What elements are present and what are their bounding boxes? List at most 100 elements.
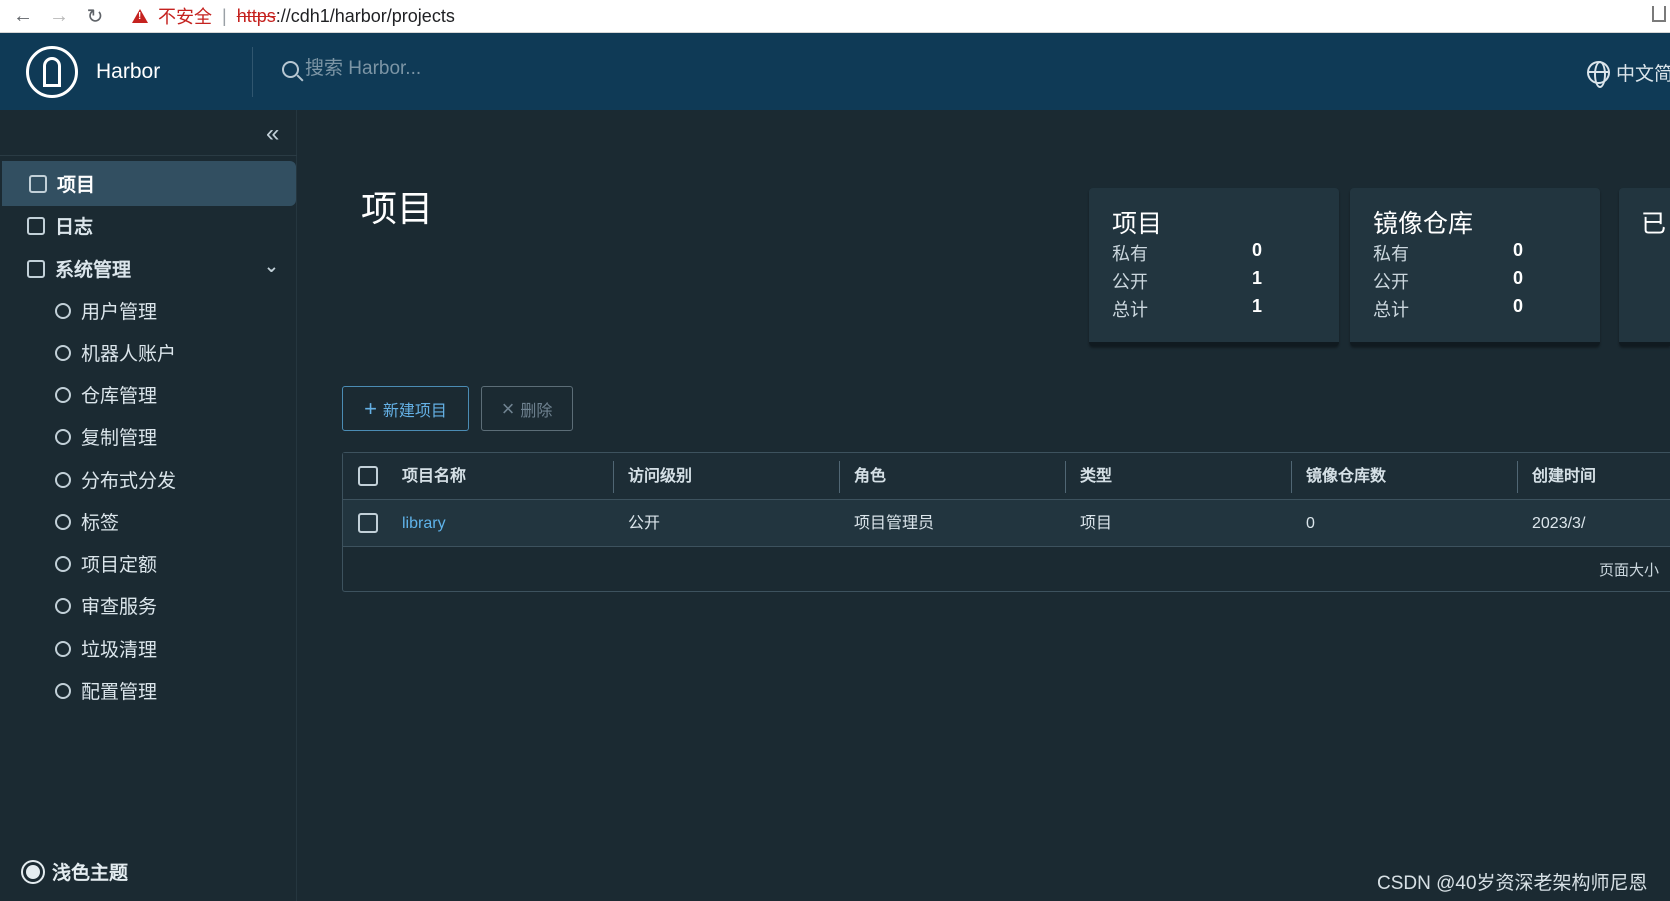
sidebar-item-replications[interactable]: 复制管理	[0, 414, 297, 459]
card-row-total: 总计 0	[1373, 296, 1524, 320]
sidebar-item-robot-accounts[interactable]: 机器人账户	[0, 330, 297, 375]
collapse-sidebar-icon[interactable]: «	[266, 120, 279, 148]
column-resizer[interactable]	[613, 461, 614, 493]
sidebar: « 项目 日志 系统管理 ⌄ 用户管理 机器人账户 仓库管理 复制管理 分布式分…	[0, 110, 297, 901]
card-title: 镜像仓库	[1373, 210, 1474, 238]
trash-icon	[55, 640, 71, 657]
robot-icon	[55, 344, 71, 361]
close-icon: ×	[501, 395, 515, 421]
url-scheme: https	[236, 5, 276, 26]
column-header-repo-count[interactable]: 镜像仓库数	[1306, 453, 1386, 500]
warning-icon	[132, 9, 148, 23]
sidebar-item-label: 用户管理	[81, 302, 158, 323]
card-row-public: 公开 0	[1373, 268, 1524, 292]
cell-created: 2023/3/	[1532, 515, 1586, 532]
cube-icon	[55, 386, 71, 403]
select-all-checkbox[interactable]	[358, 466, 378, 486]
repositories-summary-card: 镜像仓库 私有 0 公开 0 总计 0	[1350, 188, 1600, 346]
global-search	[282, 58, 565, 80]
sidebar-item-label: 标签	[81, 513, 120, 534]
sidebar-item-projects[interactable]: 项目	[2, 161, 296, 206]
cell-type: 项目	[1080, 515, 1113, 532]
insecure-label: 不安全	[158, 7, 212, 27]
sidebar-item-quotas[interactable]: 项目定额	[0, 541, 297, 586]
header-divider	[252, 47, 253, 97]
delete-button[interactable]: × 删除	[481, 386, 573, 431]
plus-icon: +	[364, 395, 377, 421]
table-row: library 公开 项目管理员 项目 0 2023/3/	[343, 500, 1670, 547]
sidebar-item-interrogation[interactable]: 审查服务	[0, 583, 297, 628]
column-resizer[interactable]	[1065, 461, 1066, 493]
sidebar-item-label: 系统管理	[55, 260, 132, 281]
projects-icon	[29, 174, 47, 193]
cell-role: 项目管理员	[854, 515, 935, 532]
column-header-access[interactable]: 访问级别	[628, 453, 692, 500]
cloud-sync-icon	[55, 428, 71, 445]
column-header-type[interactable]: 类型	[1080, 453, 1112, 500]
language-switcher[interactable]: 中文简体	[1587, 59, 1670, 88]
sidebar-item-label: 审查服务	[81, 597, 158, 618]
extension-icon[interactable]	[1652, 6, 1666, 22]
sidebar-item-labels[interactable]: 标签	[0, 499, 297, 544]
sidebar-item-distributions[interactable]: 分布式分发	[0, 457, 297, 502]
column-resizer[interactable]	[839, 461, 840, 493]
admin-icon	[27, 259, 45, 278]
back-button[interactable]: ←	[10, 3, 36, 29]
sidebar-item-label: 日志	[55, 217, 94, 238]
url-separator: |	[222, 5, 227, 26]
column-header-role[interactable]: 角色	[854, 453, 886, 500]
sidebar-item-label: 项目	[57, 175, 96, 196]
tag-icon	[55, 513, 71, 530]
gear-icon	[55, 682, 71, 699]
sidebar-item-configuration[interactable]: 配置管理	[0, 668, 297, 713]
projects-summary-card: 项目 私有 0 公开 1 总计 1	[1089, 188, 1339, 346]
projects-table: 项目名称 访问级别 角色 类型 镜像仓库数 创建时间 library 公开 项目…	[342, 452, 1670, 592]
page-title: 项目	[361, 188, 434, 229]
theme-toggle-label: 浅色主题	[52, 863, 129, 884]
url-field[interactable]: 不安全 | https://cdh1/harbor/projects	[132, 3, 455, 29]
sidebar-item-label: 机器人账户	[81, 344, 177, 365]
language-label: 中文简体	[1616, 64, 1670, 85]
chevron-down-icon[interactable]: ⌄	[264, 256, 279, 277]
sidebar-item-label: 垃圾清理	[81, 640, 158, 661]
card-title: 已	[1641, 210, 1667, 238]
sidebar-item-logs[interactable]: 日志	[0, 203, 297, 248]
column-header-name[interactable]: 项目名称	[402, 453, 466, 500]
users-icon	[55, 302, 71, 319]
page-size-label: 页面大小	[1598, 562, 1659, 579]
watermark: CSDN @40岁资深老架构师尼恩	[1377, 873, 1648, 894]
column-header-created[interactable]: 创建时间	[1532, 453, 1596, 500]
card-row-total: 总计 1	[1112, 296, 1263, 320]
sidebar-item-administration[interactable]: 系统管理 ⌄	[0, 246, 297, 291]
sidebar-item-label: 分布式分发	[81, 471, 177, 492]
share-icon	[55, 471, 71, 488]
harbor-logo-icon[interactable]	[26, 45, 78, 98]
card-row-private: 私有 0	[1373, 240, 1524, 264]
project-name-link[interactable]: library	[402, 500, 446, 547]
sidebar-item-gc[interactable]: 垃圾清理	[0, 626, 297, 671]
sidebar-item-label: 复制管理	[81, 428, 158, 449]
sidebar-item-label: 配置管理	[81, 682, 158, 703]
card-row-private: 私有 0	[1112, 240, 1263, 264]
card-title: 项目	[1112, 210, 1163, 238]
globe-icon	[1587, 61, 1610, 88]
sidebar-item-registries[interactable]: 仓库管理	[0, 372, 297, 417]
sidebar-item-users[interactable]: 用户管理	[0, 288, 297, 333]
brand-name[interactable]: Harbor	[96, 60, 160, 84]
search-input[interactable]	[305, 58, 565, 80]
cell-repo-count: 0	[1306, 515, 1315, 532]
table-header: 项目名称 访问级别 角色 类型 镜像仓库数 创建时间	[343, 453, 1670, 500]
shield-icon	[55, 597, 71, 614]
column-resizer[interactable]	[1517, 461, 1518, 493]
sidebar-divider	[0, 155, 297, 156]
reload-button[interactable]: ↻	[82, 3, 108, 29]
card-row-public: 公开 1	[1112, 268, 1263, 292]
theme-toggle[interactable]: 浅色主题	[26, 858, 128, 885]
forward-button[interactable]: →	[46, 3, 72, 29]
new-project-button[interactable]: + 新建项目	[342, 386, 469, 431]
browser-address-bar: ← → ↻ 不安全 | https://cdh1/harbor/projects	[0, 0, 1670, 33]
app-header: Harbor 中文简体	[0, 33, 1670, 110]
column-resizer[interactable]	[1291, 461, 1292, 493]
sidebar-item-label: 项目定额	[81, 555, 158, 576]
row-checkbox[interactable]	[358, 513, 378, 533]
